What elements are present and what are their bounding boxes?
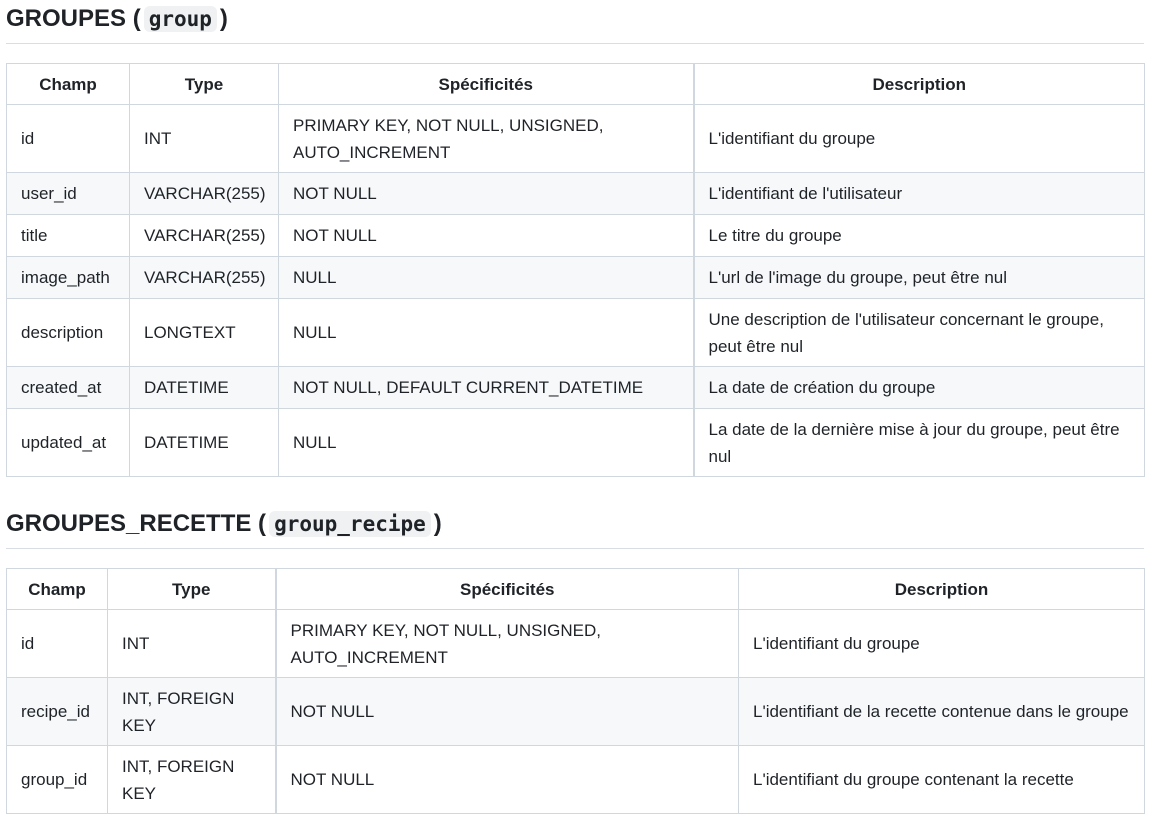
description-cell: L'identifiant du groupe xyxy=(693,104,1145,173)
column-header: Champ xyxy=(6,63,130,105)
table-row: id INT PRIMARY KEY, NOT NULL, UNSIGNED, … xyxy=(6,104,1145,173)
group-recipe-section: GROUPES_RECETTE (group_recipe) Champ Typ… xyxy=(6,509,1145,814)
group-recipe-heading-code: group_recipe xyxy=(269,511,431,537)
type-cell: INT xyxy=(107,609,277,678)
table-row: created_at DATETIME NOT NULL, DEFAULT CU… xyxy=(6,366,1145,409)
groups-heading: GROUPES (group) xyxy=(6,4,1144,44)
column-header: Champ xyxy=(6,568,108,610)
column-header: Type xyxy=(107,568,277,610)
specs-cell: NULL xyxy=(278,298,695,367)
groups-section: GROUPES (group) Champ Type Spécificités … xyxy=(6,4,1145,477)
table-row: recipe_id INT, FOREIGN KEY NOT NULL L'id… xyxy=(6,677,1145,746)
description-cell: La date de la dernière mise à jour du gr… xyxy=(693,408,1145,477)
groups-heading-code: group xyxy=(143,6,217,32)
description-cell: L'identifiant de la recette contenue dan… xyxy=(738,677,1145,746)
type-cell: DATETIME xyxy=(129,366,279,409)
specs-cell: NOT NULL xyxy=(278,172,695,215)
field-cell: recipe_id xyxy=(6,677,108,746)
table-row: title VARCHAR(255) NOT NULL Le titre du … xyxy=(6,214,1145,257)
table-row: user_id VARCHAR(255) NOT NULL L'identifi… xyxy=(6,172,1145,215)
table-row: id INT PRIMARY KEY, NOT NULL, UNSIGNED, … xyxy=(6,609,1145,678)
specs-cell: PRIMARY KEY, NOT NULL, UNSIGNED, AUTO_IN… xyxy=(275,609,739,678)
type-cell: VARCHAR(255) xyxy=(129,172,279,215)
field-cell: image_path xyxy=(6,256,130,299)
column-header: Type xyxy=(129,63,279,105)
table-row: description LONGTEXT NULL Une descriptio… xyxy=(6,298,1145,367)
type-cell: INT, FOREIGN KEY xyxy=(107,677,277,746)
description-cell: L'identifiant du groupe xyxy=(738,609,1145,678)
groups-table: Champ Type Spécificités Description id I… xyxy=(6,63,1145,477)
type-cell: VARCHAR(255) xyxy=(129,256,279,299)
column-header: Description xyxy=(693,63,1145,105)
description-cell: L'identifiant du groupe contenant la rec… xyxy=(738,745,1145,814)
table-row: group_id INT, FOREIGN KEY NOT NULL L'ide… xyxy=(6,745,1145,814)
description-cell: L'url de l'image du groupe, peut être nu… xyxy=(693,256,1145,299)
field-cell: user_id xyxy=(6,172,130,215)
field-cell: id xyxy=(6,104,130,173)
type-cell: VARCHAR(255) xyxy=(129,214,279,257)
specs-cell: PRIMARY KEY, NOT NULL, UNSIGNED, AUTO_IN… xyxy=(278,104,695,173)
description-cell: L'identifiant de l'utilisateur xyxy=(693,172,1145,215)
type-cell: INT, FOREIGN KEY xyxy=(107,745,277,814)
table-row: updated_at DATETIME NULL La date de la d… xyxy=(6,408,1145,477)
specs-cell: NOT NULL xyxy=(275,745,739,814)
table-row: image_path VARCHAR(255) NULL L'url de l'… xyxy=(6,256,1145,299)
group-recipe-heading-text: GROUPES_RECETTE xyxy=(6,510,252,537)
field-cell: created_at xyxy=(6,366,130,409)
specs-cell: NULL xyxy=(278,256,695,299)
field-cell: group_id xyxy=(6,745,108,814)
specs-cell: NULL xyxy=(278,408,695,477)
field-cell: id xyxy=(6,609,108,678)
column-header: Spécificités xyxy=(278,63,695,105)
field-cell: description xyxy=(6,298,130,367)
group-recipe-heading: GROUPES_RECETTE (group_recipe) xyxy=(6,509,1144,549)
table-header-row: Champ Type Spécificités Description xyxy=(6,63,1145,105)
type-cell: DATETIME xyxy=(129,408,279,477)
description-cell: Le titre du groupe xyxy=(693,214,1145,257)
group-recipe-table: Champ Type Spécificités Description id I… xyxy=(6,568,1145,814)
groups-heading-text: GROUPES xyxy=(6,5,127,32)
column-header: Description xyxy=(738,568,1145,610)
specs-cell: NOT NULL, DEFAULT CURRENT_DATETIME xyxy=(278,366,695,409)
description-cell: La date de création du groupe xyxy=(693,366,1145,409)
field-cell: title xyxy=(6,214,130,257)
description-cell: Une description de l'utilisateur concern… xyxy=(693,298,1145,367)
table-header-row: Champ Type Spécificités Description xyxy=(6,568,1145,610)
specs-cell: NOT NULL xyxy=(278,214,695,257)
type-cell: LONGTEXT xyxy=(129,298,279,367)
specs-cell: NOT NULL xyxy=(275,677,739,746)
type-cell: INT xyxy=(129,104,279,173)
field-cell: updated_at xyxy=(6,408,130,477)
column-header: Spécificités xyxy=(275,568,739,610)
